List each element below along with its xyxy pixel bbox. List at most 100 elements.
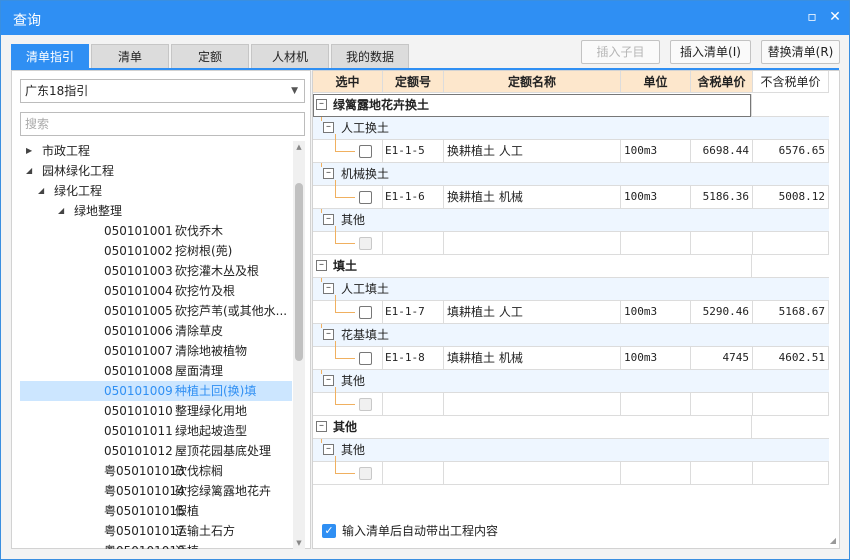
empty-row[interactable] — [313, 387, 829, 416]
tree-scrollbar[interactable]: ▲ ▼ — [293, 141, 305, 549]
quota-row[interactable]: E1-1-5 换耕植土 人工 100m3 6698.44 6576.65 — [313, 134, 829, 163]
group-divider — [751, 94, 752, 116]
tree-node-label: 屋面清理 — [175, 364, 224, 378]
tree-node[interactable]: 粤050101017 运输土石方 — [20, 521, 292, 541]
tree-node[interactable]: ◢ 绿地整理 — [20, 201, 292, 221]
tree-node-label: 砍挖竹及根 — [175, 284, 236, 298]
collapse-icon[interactable]: – — [316, 260, 327, 271]
auto-content-checkbox[interactable]: ✓ — [322, 524, 336, 538]
quota-name: 换耕植土 机械 — [444, 186, 621, 208]
tree-node[interactable]: 050101003 砍挖灌木丛及根 — [20, 261, 292, 281]
tree-node[interactable]: 050101012 屋顶花园基底处理 — [20, 441, 292, 461]
subgroup-title: 其他 — [341, 374, 366, 388]
insert-child-button[interactable]: 插入子目 — [581, 40, 660, 64]
grid-cell — [444, 462, 621, 484]
tab-materials[interactable]: 人材机 — [251, 44, 329, 69]
empty-row[interactable] — [313, 226, 829, 255]
collapse-icon[interactable]: – — [323, 375, 334, 386]
scroll-down-icon[interactable]: ▼ — [293, 537, 305, 549]
tree-node[interactable]: 050101005 砍挖芦苇(或其他水... — [20, 301, 292, 321]
tree-collapse-icon[interactable]: ◢ — [38, 181, 44, 201]
quota-row[interactable]: E1-1-7 填耕植土 人工 100m3 5290.46 5168.67 — [313, 295, 829, 324]
col-header-price-notax[interactable]: 不含税单价 — [753, 71, 829, 93]
tree-node[interactable]: 050101009 种植土回(换)填 — [20, 381, 292, 401]
tree-node[interactable]: 粤050101018运植 — [20, 541, 292, 549]
tree-node-label: 园林绿化工程 — [42, 164, 115, 178]
col-header-quota-name[interactable]: 定额名称 — [444, 71, 621, 93]
collapse-icon[interactable]: – — [316, 99, 327, 110]
quota-name: 换耕植土 人工 — [444, 140, 621, 162]
group-title: 其他 — [333, 420, 358, 434]
collapse-icon[interactable]: – — [323, 168, 334, 179]
tree-node-code: 050101008 — [104, 364, 173, 378]
tab-list-guide[interactable]: 清单指引 — [11, 44, 89, 69]
row-select-checkbox[interactable] — [359, 352, 372, 365]
tree-node-label: 屋顶花园基底处理 — [175, 444, 272, 458]
tree-line — [335, 312, 355, 313]
tab-list[interactable]: 清单 — [91, 44, 169, 69]
tree-node[interactable]: 050101007 清除地被植物 — [20, 341, 292, 361]
scroll-thumb[interactable] — [295, 183, 303, 361]
tab-quota[interactable]: 定额 — [171, 44, 249, 69]
col-header-price-tax[interactable]: 含税单价 — [691, 71, 753, 93]
tree-node-code: 050101012 — [104, 444, 173, 458]
tree-node-code: 050101010 — [104, 404, 173, 418]
tree-node[interactable]: 粤050101013 砍伐棕榈 — [20, 461, 292, 481]
collapse-icon[interactable]: – — [323, 214, 334, 225]
row-select-checkbox[interactable] — [359, 398, 372, 411]
tree-node[interactable]: ◢ 园林绿化工程 — [20, 161, 292, 181]
resize-grip-icon[interactable]: ◢ — [830, 536, 836, 545]
grid-cell — [621, 232, 691, 254]
tree-node[interactable]: ▶ 市政工程 — [20, 141, 292, 161]
region-select[interactable]: 广东18指引 ▼ — [20, 79, 305, 103]
price-with-tax: 5290.46 — [691, 301, 753, 323]
collapse-icon[interactable]: – — [323, 329, 334, 340]
collapse-icon[interactable]: – — [323, 122, 334, 133]
tree-node-label: 清除草皮 — [175, 324, 224, 338]
title-bar[interactable]: 查询 ▫ ✕ — [1, 1, 849, 35]
minimize-icon[interactable]: ▫ — [804, 9, 820, 25]
tree-line — [321, 117, 322, 121]
tree-line — [321, 370, 322, 374]
row-select-checkbox[interactable] — [359, 306, 372, 319]
tree-node[interactable]: ◢ 绿化工程 — [20, 181, 292, 201]
scroll-up-icon[interactable]: ▲ — [293, 141, 305, 153]
row-select-checkbox[interactable] — [359, 237, 372, 250]
tree-node-label: 砍挖芦苇(或其他水... — [175, 304, 288, 318]
tree-node-label: 市政工程 — [42, 144, 91, 158]
guide-tree: ▶ 市政工程 ◢ 园林绿化工程 ◢ 绿化工程 ◢ 绿地整理 050101001 砍伐乔木 05010… — [20, 141, 292, 549]
tree-node[interactable]: 050101004 砍挖竹及根 — [20, 281, 292, 301]
replace-list-button[interactable]: 替换清单(R) — [761, 40, 840, 64]
tree-collapse-icon[interactable]: ◢ — [58, 201, 64, 221]
tree-node[interactable]: 050101006 清除草皮 — [20, 321, 292, 341]
insert-list-button[interactable]: 插入清单(I) — [670, 40, 751, 64]
tree-node[interactable]: 粤050101014 砍挖绿篱露地花卉 — [20, 481, 292, 501]
right-panel: 选中 定额号 定额名称 单位 含税单价 不含税单价 – 绿篱露地花卉换土 – 人工换土… — [312, 70, 840, 549]
empty-row[interactable] — [313, 456, 829, 485]
tree-node[interactable]: 050101010 整理绿化用地 — [20, 401, 292, 421]
tree-node[interactable]: 粤050101015 假植 — [20, 501, 292, 521]
tree-node[interactable]: 050101002 挖树根(蔸) — [20, 241, 292, 261]
collapse-icon[interactable]: – — [323, 283, 334, 294]
tree-node[interactable]: 050101011 绿地起坡造型 — [20, 421, 292, 441]
row-select-checkbox[interactable] — [359, 467, 372, 480]
group-divider — [751, 255, 752, 277]
row-select-checkbox[interactable] — [359, 191, 372, 204]
close-icon[interactable]: ✕ — [827, 9, 843, 25]
tree-node[interactable]: 050101008 屋面清理 — [20, 361, 292, 381]
tree-node-code: 050101001 — [104, 224, 173, 238]
quota-row[interactable]: E1-1-8 填耕植土 机械 100m3 4745 4602.51 — [313, 341, 829, 370]
collapse-icon[interactable]: – — [316, 421, 327, 432]
col-header-unit[interactable]: 单位 — [621, 71, 691, 93]
search-input[interactable]: 搜索 — [20, 112, 305, 136]
col-header-select[interactable]: 选中 — [313, 71, 383, 93]
row-select-checkbox[interactable] — [359, 145, 372, 158]
tree-expand-icon[interactable]: ▶ — [26, 141, 32, 161]
tree-collapse-icon[interactable]: ◢ — [26, 161, 32, 181]
quota-row[interactable]: E1-1-6 换耕植土 机械 100m3 5186.36 5008.12 — [313, 180, 829, 209]
collapse-icon[interactable]: – — [323, 444, 334, 455]
tab-my-data[interactable]: 我的数据 — [331, 44, 409, 69]
price-without-tax: 5008.12 — [753, 186, 829, 208]
col-header-quota-code[interactable]: 定额号 — [383, 71, 444, 93]
tree-node[interactable]: 050101001 砍伐乔木 — [20, 221, 292, 241]
